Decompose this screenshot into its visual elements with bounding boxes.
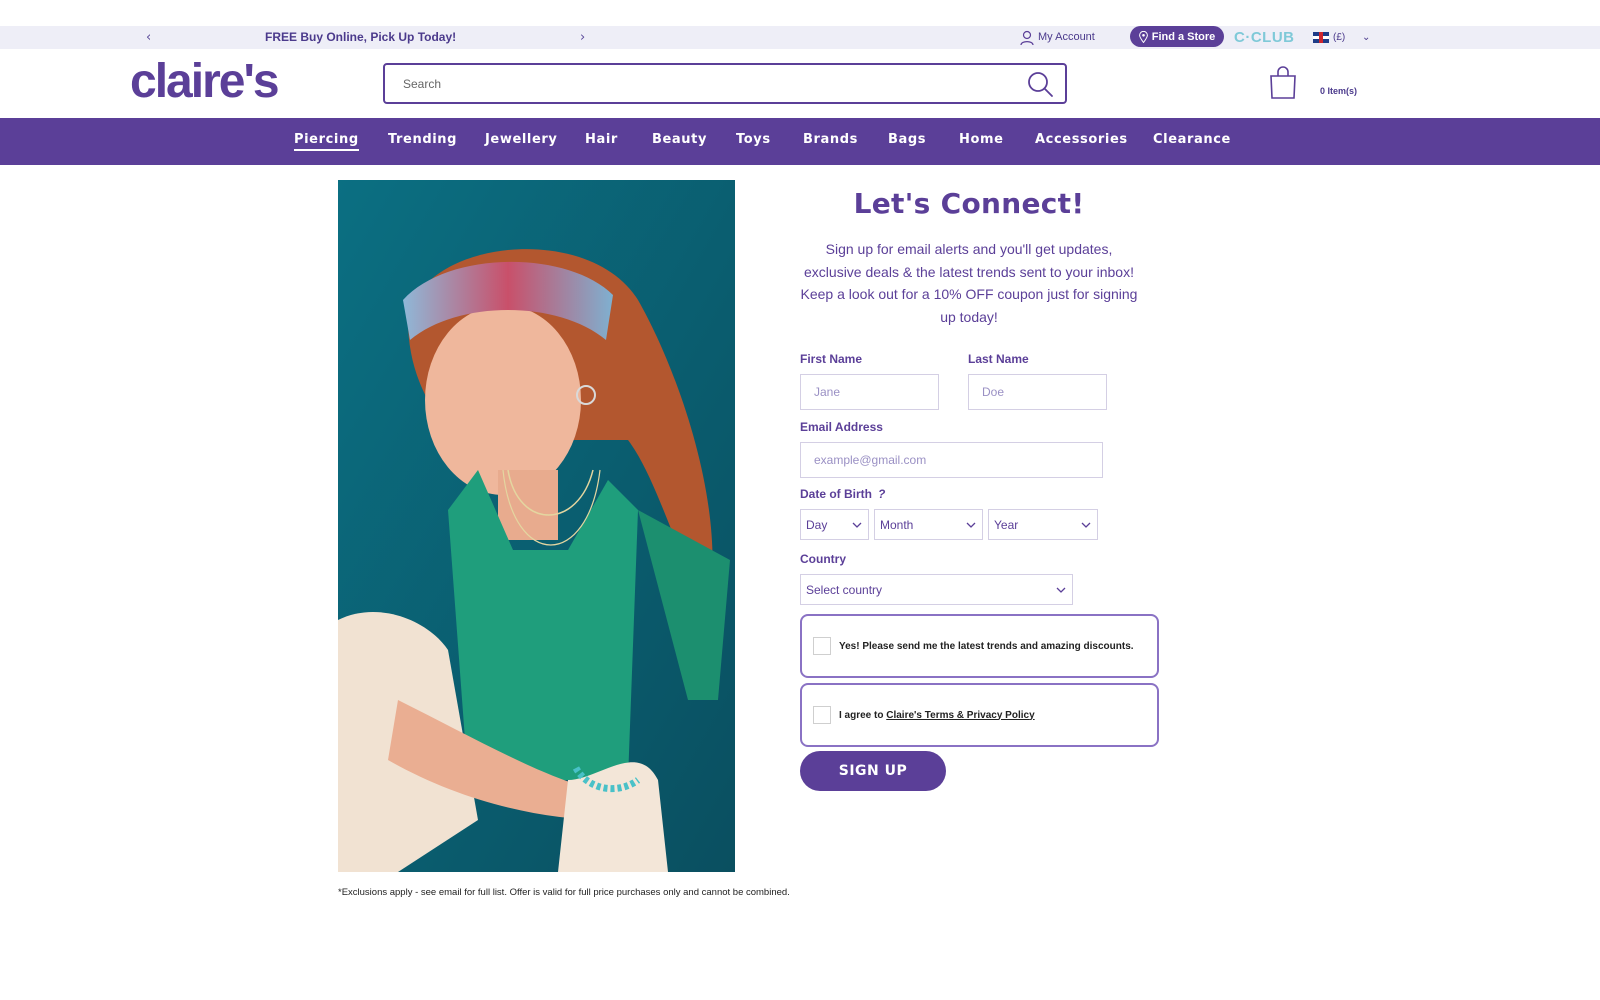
- date-of-birth-label: Date of Birth?: [800, 487, 885, 501]
- map-pin-icon: [1138, 30, 1148, 43]
- my-account-label: My Account: [1038, 31, 1095, 43]
- c-club-link[interactable]: C·CLUB: [1234, 26, 1295, 49]
- date-of-birth-label-text: Date of Birth: [800, 487, 872, 501]
- terms-privacy-link[interactable]: Claire's Terms & Privacy Policy: [886, 710, 1034, 721]
- sign-up-button[interactable]: SIGN UP: [800, 751, 946, 791]
- promo-message[interactable]: FREE Buy Online, Pick Up Today!: [265, 26, 456, 49]
- first-name-label: First Name: [800, 352, 863, 366]
- dob-year-select[interactable]: Year: [988, 509, 1098, 540]
- dob-month-select[interactable]: Month: [874, 509, 983, 540]
- terms-consent-checkbox[interactable]: [813, 706, 831, 724]
- page-title: Let's Connect!: [853, 187, 1085, 220]
- marketing-consent-label: Yes! Please send me the latest trends an…: [839, 640, 1134, 652]
- exclusions-disclaimer: *Exclusions apply - see email for full l…: [338, 887, 790, 898]
- nav-item-trending[interactable]: Trending: [388, 118, 457, 165]
- country-select[interactable]: Select country: [800, 574, 1073, 605]
- chevron-down-icon: [1056, 587, 1066, 593]
- my-account-link[interactable]: My Account: [1020, 26, 1095, 49]
- help-icon[interactable]: ?: [878, 487, 885, 501]
- search-bar: [383, 63, 1067, 104]
- chevron-down-icon[interactable]: ⌄: [1362, 26, 1370, 49]
- promo-prev-arrow[interactable]: ‹: [146, 26, 151, 49]
- nav-item-clearance[interactable]: Clearance: [1153, 118, 1231, 165]
- email-label: Email Address: [800, 420, 883, 434]
- chevron-down-icon: [1081, 522, 1091, 528]
- cart-item-count[interactable]: 0 Item(s): [1320, 86, 1357, 96]
- chevron-down-icon: [852, 522, 862, 528]
- search-input[interactable]: [385, 65, 1025, 102]
- locale-selector[interactable]: (£): [1313, 26, 1345, 49]
- promo-next-arrow[interactable]: ›: [580, 26, 585, 49]
- hero-image: [338, 180, 735, 872]
- user-icon: [1020, 30, 1034, 45]
- country-label: Country: [800, 552, 846, 566]
- terms-prefix: I agree to: [839, 709, 887, 721]
- country-value: Select country: [806, 582, 883, 597]
- currency-label: (£): [1333, 32, 1346, 43]
- last-name-label: Last Name: [968, 352, 1029, 366]
- promo-bar: ‹ FREE Buy Online, Pick Up Today! › My A…: [0, 26, 1600, 49]
- uk-flag-icon: [1313, 32, 1329, 43]
- dob-day-select[interactable]: Day: [800, 509, 869, 540]
- email-field[interactable]: [800, 442, 1103, 478]
- find-a-store-label: Find a Store: [1151, 30, 1216, 43]
- dob-day-value: Day: [806, 517, 828, 532]
- chevron-down-icon: [966, 522, 976, 528]
- first-name-field[interactable]: [800, 374, 939, 410]
- nav-item-piercing[interactable]: Piercing: [294, 118, 359, 165]
- search-icon[interactable]: [1025, 69, 1055, 99]
- terms-consent-label: I agree to Claire's Terms & Privacy Poli…: [839, 710, 1035, 721]
- last-name-field[interactable]: [968, 374, 1107, 410]
- nav-item-hair[interactable]: Hair: [585, 118, 618, 165]
- terms-consent-panel: I agree to Claire's Terms & Privacy Poli…: [800, 683, 1159, 747]
- nav-item-accessories[interactable]: Accessories: [1035, 118, 1128, 165]
- nav-item-toys[interactable]: Toys: [736, 118, 771, 165]
- main-navigation: Piercing Trending Jewellery Hair Beauty …: [0, 118, 1600, 165]
- nav-item-beauty[interactable]: Beauty: [652, 118, 707, 165]
- signup-intro-text: Sign up for email alerts and you'll get …: [800, 241, 1138, 325]
- marketing-consent-panel: Yes! Please send me the latest trends an…: [800, 614, 1159, 678]
- shopping-bag-icon[interactable]: [1268, 66, 1298, 100]
- claires-logo[interactable]: claire's: [130, 56, 280, 108]
- nav-item-brands[interactable]: Brands: [803, 118, 858, 165]
- dob-month-value: Month: [880, 517, 914, 532]
- nav-item-bags[interactable]: Bags: [888, 118, 926, 165]
- find-a-store-button[interactable]: Find a Store: [1130, 26, 1224, 47]
- marketing-consent-checkbox[interactable]: [813, 637, 831, 655]
- nav-item-jewellery[interactable]: Jewellery: [485, 118, 558, 165]
- nav-item-home[interactable]: Home: [959, 118, 1004, 165]
- dob-year-value: Year: [994, 517, 1019, 532]
